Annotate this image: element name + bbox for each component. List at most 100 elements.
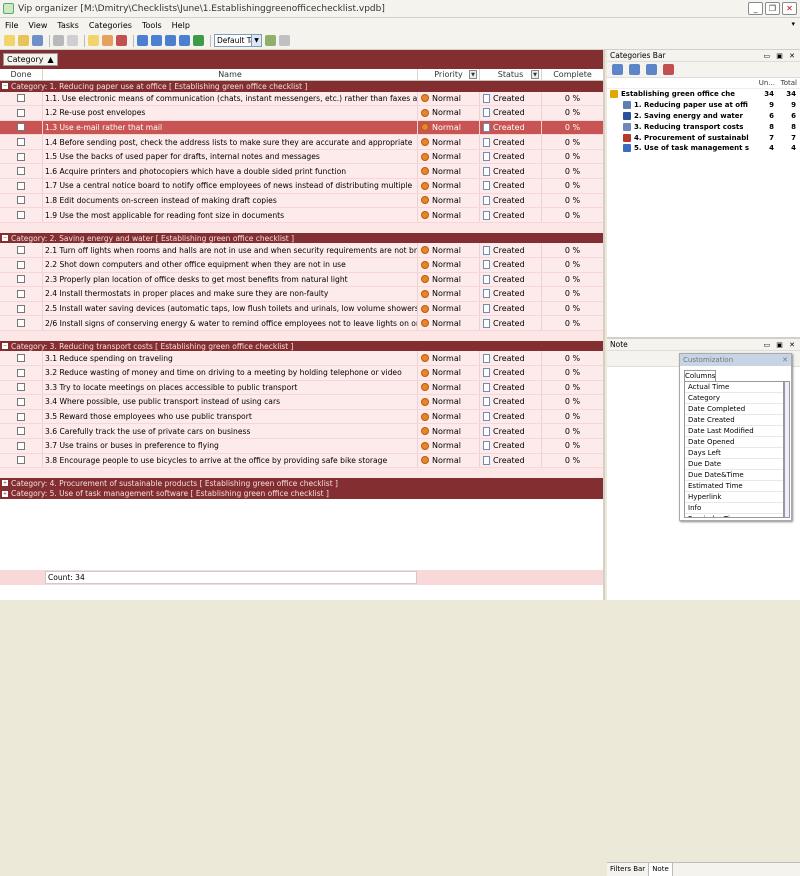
complete-value[interactable]: 0 %	[542, 273, 603, 287]
table-row[interactable]: 1.8 Edit documents on-screen instead of …	[0, 193, 603, 209]
task-name[interactable]: 3.3 Try to locate meetings on places acc…	[43, 380, 418, 395]
priority-cell[interactable]: Normal	[418, 120, 480, 135]
priority-cell[interactable]: Normal	[418, 179, 480, 193]
pane-buttons[interactable]: ▭ ▣ ✕	[763, 341, 797, 349]
complete-value[interactable]: 0 %	[542, 302, 603, 316]
priority-cell[interactable]: Normal	[418, 91, 480, 106]
priority-cell[interactable]: Normal	[418, 316, 480, 330]
table-row[interactable]: 3.5 Reward those employees who use publi…	[0, 409, 603, 425]
status-cell[interactable]: Created	[480, 301, 542, 316]
column-header-priority[interactable]: Priority ▼	[418, 69, 480, 80]
task-name[interactable]: 3.6 Carefully track the use of private c…	[43, 424, 418, 438]
task-name[interactable]: 3.4 Where possible, use public transport…	[43, 395, 418, 409]
filter-dropdown-icon[interactable]: ▼	[469, 70, 477, 79]
complete-value[interactable]: 0 %	[542, 410, 603, 424]
priority-cell[interactable]: Normal	[418, 208, 480, 222]
status-cell[interactable]: Created	[480, 272, 542, 287]
priority-cell[interactable]: Normal	[418, 287, 480, 301]
done-checkbox[interactable]	[17, 368, 25, 377]
task-name[interactable]: 3.7 Use trains or buses in preference to…	[43, 438, 418, 453]
done-checkbox[interactable]	[17, 260, 25, 269]
priority-cell[interactable]: Normal	[418, 438, 480, 453]
menu-tools[interactable]: Tools	[137, 21, 167, 30]
complete-value[interactable]: 0 %	[542, 106, 603, 120]
column-option[interactable]: Date Opened	[685, 437, 783, 448]
outdent-icon[interactable]	[179, 35, 190, 46]
tab-filters-bar[interactable]: Filters Bar	[607, 863, 650, 876]
status-cell[interactable]: Created	[480, 316, 542, 330]
complete-value[interactable]: 0 %	[542, 287, 603, 301]
task-name[interactable]: 3.1 Reduce spending on traveling	[43, 351, 418, 365]
priority-cell[interactable]: Normal	[418, 409, 480, 424]
category-tree-item[interactable]: 1. Reducing paper use at offi 9 9	[607, 100, 800, 111]
table-row[interactable]: 3.6 Carefully track the use of private c…	[0, 424, 603, 439]
complete-value[interactable]: 0 %	[542, 194, 603, 208]
category-group-header[interactable]: + Category: 4. Procurement of sustainable…	[0, 478, 603, 489]
priority-cell[interactable]: Normal	[418, 257, 480, 272]
table-row[interactable]: 3.7 Use trains or buses in preference to…	[0, 438, 603, 454]
category-tree-item[interactable]: Establishing green office che 34 34	[607, 89, 800, 100]
status-cell[interactable]: Created	[480, 164, 542, 179]
column-option[interactable]: Date Created	[685, 415, 783, 426]
done-checkbox[interactable]	[17, 196, 25, 205]
status-cell[interactable]: Created	[480, 453, 542, 468]
done-checkbox[interactable]	[17, 354, 25, 363]
priority-cell[interactable]: Normal	[418, 395, 480, 409]
done-checkbox[interactable]	[17, 397, 25, 406]
done-checkbox[interactable]	[17, 383, 25, 392]
done-checkbox[interactable]	[17, 456, 25, 465]
complete-value[interactable]: 0 %	[542, 351, 603, 365]
expand-icon[interactable]: +	[2, 480, 8, 487]
col-total[interactable]: Total	[778, 79, 800, 87]
done-checkbox[interactable]	[17, 246, 25, 255]
table-row[interactable]: 1.3 Use e-mail rather that mail Normal Cre…	[0, 120, 603, 136]
column-option[interactable]: Days Left	[685, 448, 783, 459]
complete-value[interactable]: 0 %	[542, 243, 603, 257]
complete-value[interactable]: 0 %	[542, 454, 603, 468]
priority-cell[interactable]: Normal	[418, 301, 480, 316]
complete-value[interactable]: 0 %	[542, 135, 603, 149]
open-icon[interactable]	[18, 35, 29, 46]
complete-value[interactable]: 0 %	[542, 439, 603, 453]
category-tree-item[interactable]: 5. Use of task management s 4 4	[607, 143, 800, 154]
complete-value[interactable]: 0 %	[542, 208, 603, 222]
table-row[interactable]: 1.9 Use the most applicable for reading …	[0, 208, 603, 223]
tab-columns[interactable]: Columns	[684, 370, 716, 381]
status-cell[interactable]: Created	[480, 179, 542, 193]
status-cell[interactable]: Created	[480, 380, 542, 395]
indent-icon[interactable]	[165, 35, 176, 46]
delete-category-icon[interactable]	[663, 64, 674, 75]
task-name[interactable]: 1.7 Use a central notice board to notify…	[43, 179, 418, 193]
refresh-icon[interactable]	[193, 35, 204, 46]
column-header-done[interactable]: Done	[0, 69, 43, 80]
pencil-icon[interactable]	[265, 35, 276, 46]
status-cell[interactable]: Created	[480, 438, 542, 453]
task-set-select[interactable]: Default Tas ▼	[214, 34, 262, 47]
complete-value[interactable]: 0 %	[542, 316, 603, 330]
done-checkbox[interactable]	[17, 94, 25, 103]
task-name[interactable]: 1.4 Before sending post, check the addre…	[43, 135, 418, 149]
tab-note[interactable]: Note	[649, 863, 673, 876]
task-name[interactable]: 1.9 Use the most applicable for reading …	[43, 208, 418, 222]
menu-help[interactable]: Help	[167, 21, 195, 30]
pane-buttons[interactable]: ▭ ▣ ✕	[763, 52, 797, 60]
done-checkbox[interactable]	[17, 211, 25, 220]
minimize-button[interactable]: _	[748, 2, 763, 15]
complete-value[interactable]: 0 %	[542, 366, 603, 380]
status-cell[interactable]: Created	[480, 106, 542, 120]
table-row[interactable]: 3.1 Reduce spending on traveling Normal Cr…	[0, 351, 603, 366]
status-cell[interactable]: Created	[480, 120, 542, 135]
status-cell[interactable]: Created	[480, 149, 542, 164]
done-checkbox[interactable]	[17, 123, 25, 132]
priority-cell[interactable]: Normal	[418, 366, 480, 380]
complete-value[interactable]: 0 %	[542, 150, 603, 164]
maximize-button[interactable]: ❐	[765, 2, 780, 15]
done-checkbox[interactable]	[17, 138, 25, 147]
complete-value[interactable]: 0 %	[542, 381, 603, 395]
done-checkbox[interactable]	[17, 412, 25, 421]
column-option[interactable]: Due Date&Time	[685, 470, 783, 481]
complete-value[interactable]: 0 %	[542, 92, 603, 106]
priority-cell[interactable]: Normal	[418, 149, 480, 164]
table-row[interactable]: 2.5 Install water saving devices (automa…	[0, 301, 603, 317]
table-row[interactable]: 2/6 Install signs of conserving energy &…	[0, 316, 603, 331]
